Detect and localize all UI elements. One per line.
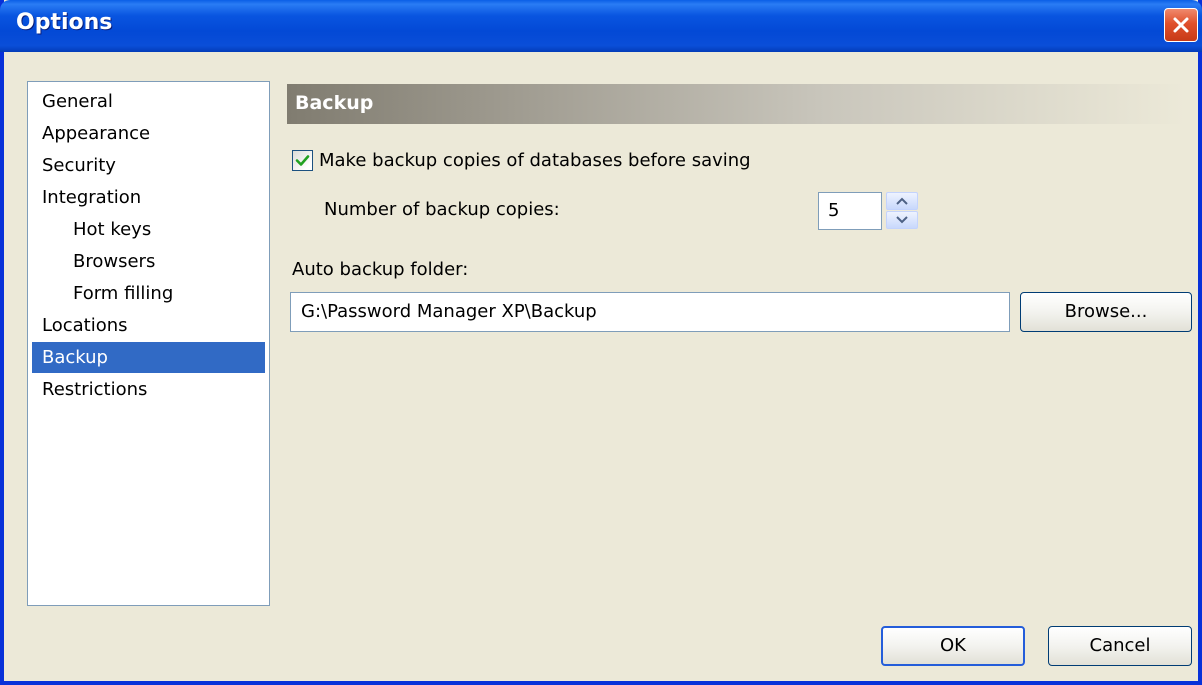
backup-copies-label: Number of backup copies:: [324, 199, 560, 220]
auto-backup-folder-input[interactable]: G:\Password Manager XP\Backup: [290, 292, 1010, 332]
backup-copies-input[interactable]: 5: [818, 192, 882, 230]
window-title: Options: [16, 10, 113, 35]
chevron-down-icon: [896, 216, 908, 224]
sidebar-item-locations[interactable]: Locations: [32, 310, 265, 341]
sidebar-item-label: Form filling: [73, 283, 174, 304]
spin-down-button[interactable]: [886, 211, 918, 229]
sidebar-item-restrictions[interactable]: Restrictions: [32, 374, 265, 405]
cancel-button[interactable]: Cancel: [1048, 626, 1192, 666]
sidebar-item-label: General: [42, 91, 113, 112]
sidebar-item-label: Restrictions: [42, 379, 148, 400]
sidebar-item-label: Backup: [42, 347, 108, 368]
options-category-list[interactable]: General Appearance Security Integration …: [27, 81, 270, 606]
sidebar-item-form-filling[interactable]: Form filling: [32, 278, 265, 309]
sidebar-item-label: Hot keys: [73, 219, 152, 240]
sidebar-item-hot-keys[interactable]: Hot keys: [32, 214, 265, 245]
sidebar-item-general[interactable]: General: [32, 86, 265, 117]
section-header: Backup: [287, 84, 1185, 124]
sidebar-item-appearance[interactable]: Appearance: [32, 118, 265, 149]
close-icon: [1173, 17, 1189, 33]
make-backup-copies-option[interactable]: Make backup copies of databases before s…: [292, 148, 751, 172]
sidebar-item-label: Integration: [42, 187, 142, 208]
sidebar-item-browsers[interactable]: Browsers: [32, 246, 265, 277]
ok-button[interactable]: OK: [881, 626, 1025, 666]
checkmark-icon: [295, 154, 310, 166]
sidebar-item-label: Security: [42, 155, 116, 176]
auto-backup-folder-label: Auto backup folder:: [292, 259, 469, 280]
spin-up-button[interactable]: [886, 192, 918, 210]
chevron-up-icon: [896, 197, 908, 205]
title-bar[interactable]: Options: [0, 0, 1202, 52]
make-backup-copies-checkbox[interactable]: [292, 149, 313, 171]
section-title: Backup: [295, 92, 374, 114]
sidebar-item-label: Browsers: [73, 251, 156, 272]
sidebar-item-label: Locations: [42, 315, 128, 336]
sidebar-item-backup[interactable]: Backup: [32, 342, 265, 373]
sidebar-item-security[interactable]: Security: [32, 150, 265, 181]
browse-button[interactable]: Browse...: [1020, 292, 1192, 332]
sidebar-item-label: Appearance: [42, 123, 151, 144]
sidebar-item-integration[interactable]: Integration: [32, 182, 265, 213]
close-button[interactable]: [1164, 8, 1198, 42]
options-dialog: Options General Appearance Security Inte…: [0, 0, 1202, 685]
make-backup-copies-label[interactable]: Make backup copies of databases before s…: [319, 150, 751, 171]
